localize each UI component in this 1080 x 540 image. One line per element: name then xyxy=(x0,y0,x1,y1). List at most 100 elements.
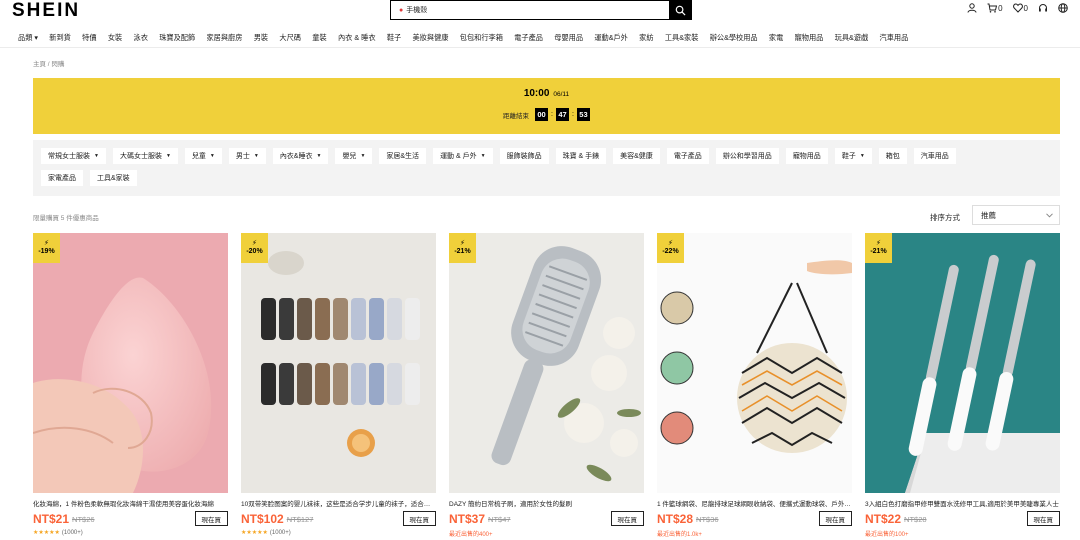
sort-dropdown[interactable]: 推薦 xyxy=(972,205,1060,225)
nav-item[interactable]: 辦公&學校用品 xyxy=(710,33,758,43)
sale-price: NT$22 xyxy=(865,512,902,526)
discount-text: -21% xyxy=(870,248,887,255)
caret-down-icon: ▼ xyxy=(209,153,215,159)
bolt-icon: ⚡ xyxy=(460,239,465,247)
category-chip[interactable]: 辦公和學習用品 xyxy=(715,148,779,164)
buy-now-button[interactable]: 現在買 xyxy=(818,511,852,526)
category-chip[interactable]: 內衣&睡衣 ▼ xyxy=(272,148,329,164)
category-label: 常規女士服裝 xyxy=(48,153,90,160)
category-chip[interactable]: 大碼女士服裝 ▼ xyxy=(112,148,178,164)
product-image[interactable]: ⚡ -21% xyxy=(449,233,644,493)
buy-now-button[interactable]: 現在買 xyxy=(610,511,644,526)
product-card[interactable]: ⚡ -21% 3入組白色打磨指甲修甲雙面水洗修甲工具,適用於美甲美睫專業人士 NT… xyxy=(865,233,1060,538)
sock-shape xyxy=(315,298,330,340)
sold-count: 最近出售的100+ xyxy=(865,532,909,538)
product-title[interactable]: DAZY 簡約日常梳子刷，適用於女性的髮刷 xyxy=(449,498,644,508)
nav-item[interactable]: 家電 xyxy=(769,33,783,43)
nav-item[interactable]: 內衣 & 睡衣 xyxy=(338,33,376,43)
nav-item[interactable]: 男裝 xyxy=(254,33,268,43)
search-icon xyxy=(675,5,686,16)
language-button[interactable] xyxy=(1058,3,1068,13)
nav-item[interactable]: 女裝 xyxy=(108,33,122,43)
category-label: 汽車用品 xyxy=(920,153,949,160)
category-chip[interactable]: 男士 ▼ xyxy=(228,148,266,164)
nav-item[interactable]: 家居與廚房 xyxy=(206,33,242,43)
nav-item[interactable]: 汽車用品 xyxy=(880,33,909,43)
discount-badge: ⚡ -21% xyxy=(449,233,476,263)
nav-item[interactable]: 工具&家裝 xyxy=(665,33,699,43)
nav-item[interactable]: 珠寶及配飾 xyxy=(159,33,195,43)
category-chip[interactable]: 工具&家裝 xyxy=(90,170,137,186)
category-chip[interactable]: 嬰兒 ▼ xyxy=(335,148,373,164)
product-image[interactable]: ⚡ -22% xyxy=(657,233,852,493)
category-chip[interactable]: 鞋子 ▼ xyxy=(834,148,872,164)
nav-item[interactable]: 美妝與健康 xyxy=(413,33,449,43)
nav-item[interactable]: 泳衣 xyxy=(134,33,148,43)
nav-item[interactable]: 特價 xyxy=(82,33,96,43)
nav-item[interactable]: 母嬰用品 xyxy=(554,33,583,43)
category-chip[interactable]: 服飾裝飾品 xyxy=(499,148,549,164)
category-chip[interactable]: 珠寶 & 手錶 xyxy=(555,148,607,164)
category-chip[interactable]: 常規女士服裝 ▼ xyxy=(41,148,106,164)
nav-item[interactable]: 包包和行李箱 xyxy=(460,33,503,43)
category-chip[interactable]: 美容&健康 xyxy=(613,148,660,164)
shein-logo[interactable]: SHEIN xyxy=(12,0,80,22)
product-title[interactable]: 1 件籃球網袋、尼龍排球足球網眼收納袋、便攜式運動球袋、戶外運動 xyxy=(657,498,852,508)
nav-item[interactable]: 運動&戶外 xyxy=(594,33,628,43)
category-chip[interactable]: 寵物用品 xyxy=(785,148,828,164)
category-chip[interactable]: 家電產品 xyxy=(41,170,83,186)
product-title[interactable]: 3入組白色打磨指甲修甲雙面水洗修甲工具,適用於美甲美睫專業人士 xyxy=(865,498,1060,508)
category-label: 內衣&睡衣 xyxy=(279,153,313,160)
product-card[interactable]: ⚡ -22% 1 件籃球網袋、尼龍排球足球網眼收納袋、便攜式運動球袋、戶外運動 N… xyxy=(657,233,852,538)
search-button[interactable] xyxy=(669,1,691,19)
cart-button[interactable]: 0 xyxy=(987,3,1003,13)
category-label: 珠寶 & 手錶 xyxy=(562,153,600,160)
buy-now-button[interactable]: 現在買 xyxy=(402,511,436,526)
search-input[interactable]: ● 手機殼 xyxy=(391,1,669,19)
product-image[interactable]: ⚡ -19% xyxy=(33,233,228,493)
price-row: NT$21 NT$26 現在買 xyxy=(33,511,228,527)
category-label: 電子產品 xyxy=(673,153,702,160)
wishlist-button[interactable]: 0 xyxy=(1012,3,1028,13)
price-row: NT$37 NT$47 現在買 xyxy=(449,511,644,527)
sort-label: 排序方式 xyxy=(930,213,960,222)
flash-sale-time: 10:00 06/11 xyxy=(33,88,1060,99)
nav-item[interactable]: 品類 ▾ xyxy=(18,33,38,43)
product-image[interactable]: ⚡ -21% xyxy=(865,233,1060,493)
product-card[interactable]: ⚡ -19% 化妝海綿，1 件粉色柔軟無瑕化妝海綿干濕使用美容蛋化妝海綿 NT$2… xyxy=(33,233,228,538)
category-chip[interactable]: 電子產品 xyxy=(666,148,709,164)
nav-item[interactable]: 玩具&遊戲 xyxy=(835,33,869,43)
nav-item[interactable]: 家紡 xyxy=(639,33,653,43)
breadcrumb[interactable]: 主頁 / 閃購 xyxy=(33,58,64,68)
product-image[interactable]: ⚡ -20% xyxy=(241,233,436,493)
category-chip[interactable]: 運動 & 戶外 ▼ xyxy=(433,148,493,164)
discount-text: -22% xyxy=(662,248,679,255)
nav-item[interactable]: 大尺碼 xyxy=(279,33,301,43)
cart-icon xyxy=(987,3,998,13)
sock-shape xyxy=(261,298,276,340)
review-count: (1000+) xyxy=(269,530,291,536)
category-chip[interactable]: 箱包 xyxy=(878,148,907,164)
caret-down-icon: ▼ xyxy=(859,153,865,159)
original-price: NT$127 xyxy=(286,514,314,524)
fire-icon: ● xyxy=(399,6,404,14)
nav-item[interactable]: 童裝 xyxy=(312,33,326,43)
product-title[interactable]: 化妝海綿，1 件粉色柔軟無瑕化妝海綿干濕使用美容蛋化妝海綿 xyxy=(33,498,228,508)
product-card[interactable]: ⚡ -21% DAZY 簡約日常梳子刷，適用於女性的髮刷 NT$37 NT$47 … xyxy=(449,233,644,538)
nav-item[interactable]: 鞋子 xyxy=(387,33,401,43)
support-button[interactable] xyxy=(1038,3,1048,13)
nav-item[interactable]: 寵物用品 xyxy=(795,33,824,43)
nav-item[interactable]: 電子產品 xyxy=(514,33,543,43)
category-chip[interactable]: 汽車用品 xyxy=(913,148,956,164)
globe-icon xyxy=(1058,3,1068,13)
product-card[interactable]: ⚡ -20% 10双带笑脸图案的婴儿袜袜，这些是适合学步儿童的袜子，适合男孩和女孩… xyxy=(241,233,436,538)
account-button[interactable] xyxy=(967,3,977,13)
sock-shape xyxy=(387,298,402,340)
buy-now-button[interactable]: 現在買 xyxy=(194,511,228,526)
category-chip[interactable]: 兒童 ▼ xyxy=(184,148,222,164)
category-chip[interactable]: 家居&生活 xyxy=(379,148,427,164)
cart-count: 0 xyxy=(998,3,1003,13)
product-title[interactable]: 10双带笑脸图案的婴儿袜袜，这些是适合学步儿童的袜子，适合男孩和女孩 xyxy=(241,498,436,508)
buy-now-button[interactable]: 現在買 xyxy=(1026,511,1060,526)
nav-item[interactable]: 新到貨 xyxy=(49,33,71,43)
